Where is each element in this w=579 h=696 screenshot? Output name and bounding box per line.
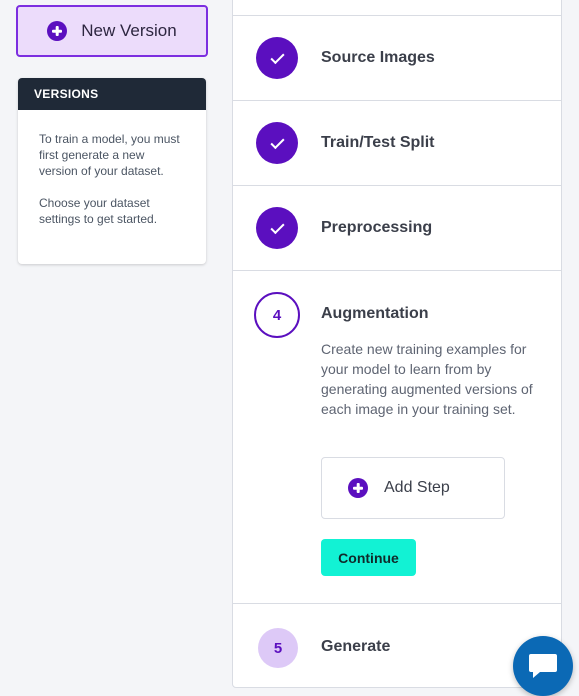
chat-button[interactable] xyxy=(513,636,573,696)
add-step-button[interactable]: Add Step xyxy=(321,457,505,519)
versions-text: Choose your dataset settings to get star… xyxy=(39,196,158,226)
step-augmentation: 4 Augmentation Create new training examp… xyxy=(233,271,561,604)
step-row-previous xyxy=(233,0,561,16)
step-title: Generate xyxy=(321,638,391,655)
step-generate[interactable]: 5 Generate xyxy=(233,604,561,689)
step-title: Source Images xyxy=(321,49,435,66)
checkmark-icon xyxy=(269,49,285,64)
versions-body: To train a model, you must first generat… xyxy=(18,110,206,227)
step-number-badge: 4 xyxy=(254,292,300,338)
versions-card: VERSIONS To train a model, you must firs… xyxy=(18,78,206,264)
step-preprocessing[interactable]: Preprocessing xyxy=(233,186,561,271)
continue-button[interactable]: Continue xyxy=(321,539,416,576)
chat-bubble-icon xyxy=(529,654,557,678)
new-version-label: New Version xyxy=(81,21,177,40)
step-title: Augmentation xyxy=(321,305,429,322)
step-complete-badge xyxy=(256,207,298,249)
version-steps-panel: Source Images Train/Test Split Preproces… xyxy=(232,0,562,688)
versions-text: To train a model, you must first generat… xyxy=(39,132,180,178)
step-complete-badge xyxy=(256,37,298,79)
step-source-images[interactable]: Source Images xyxy=(233,16,561,101)
plus-circle-icon xyxy=(348,478,368,498)
step-title: Preprocessing xyxy=(321,219,433,236)
step-train-test-split[interactable]: Train/Test Split xyxy=(233,101,561,186)
plus-circle-icon xyxy=(47,21,68,41)
step-description: Create new training examples for your mo… xyxy=(321,341,533,417)
checkmark-icon xyxy=(269,134,285,149)
step-title: Train/Test Split xyxy=(321,134,435,151)
step-complete-badge xyxy=(256,122,298,164)
new-version-button[interactable]: New Version xyxy=(16,5,208,57)
step-number-badge: 5 xyxy=(258,628,298,668)
versions-header: VERSIONS xyxy=(18,78,206,110)
add-step-label: Add Step xyxy=(384,479,450,496)
checkmark-icon xyxy=(269,219,285,234)
